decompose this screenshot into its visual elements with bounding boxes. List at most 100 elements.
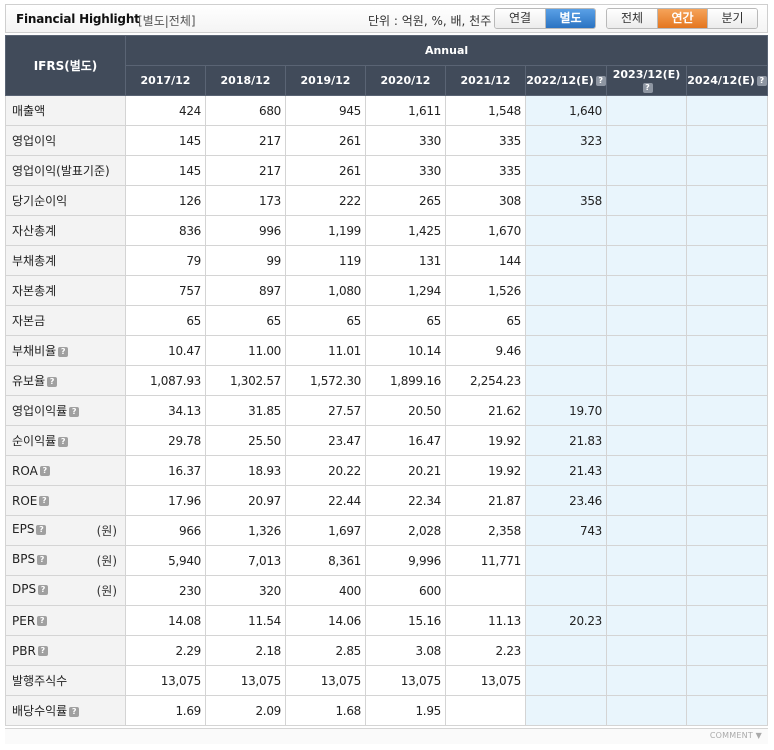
financial-highlight-header: Financial Highlight [별도|전체] 단위 : 억원, %, … [5, 4, 768, 33]
period-quarter-button[interactable]: 분기 [707, 9, 757, 28]
table-cell [606, 605, 687, 636]
help-icon[interactable]: ? [69, 406, 80, 417]
table-cell: 308 [445, 185, 526, 216]
row-label: 부채총계 [12, 254, 57, 268]
table-cell: 34.13 [125, 395, 206, 426]
table-row: PER? 14.08 11.54 14.06 15.16 11.13 20.23 [5, 605, 769, 636]
row-label: PBR [12, 643, 36, 658]
table-cell [606, 545, 687, 576]
table-cell [685, 485, 769, 516]
help-icon[interactable]: ? [37, 554, 48, 565]
table-cell: 1.68 [285, 695, 366, 726]
comment-toggle[interactable]: COMMENT ▼ [710, 731, 762, 740]
help-icon[interactable]: ? [37, 616, 48, 626]
table-cell [685, 665, 769, 696]
table-cell: 9.46 [445, 335, 526, 366]
help-icon[interactable]: ? [36, 524, 47, 535]
column-header-4: 2021/12 [445, 65, 526, 96]
period-all-button[interactable]: 전체 [607, 9, 657, 28]
table-cell [525, 545, 607, 576]
table-row: 영업이익률? 34.13 31.85 27.57 20.50 21.62 19.70 [5, 395, 769, 426]
table-cell [685, 575, 769, 606]
help-icon[interactable]: ? [642, 82, 653, 93]
table-cell: 680 [205, 95, 286, 126]
table-cell: 20.50 [365, 395, 446, 426]
column-header-2: 2019/12 [285, 65, 366, 96]
table-cell: 2,254.23 [445, 365, 526, 396]
table-row: ROE? 17.96 20.97 22.44 22.34 21.87 23.46 [5, 485, 769, 516]
row-label-cell: 영업이익(발표기준) [5, 155, 126, 186]
table-cell: 1,572.30 [285, 365, 366, 396]
row-label-cell: ROE? [5, 485, 126, 516]
table-cell: 358 [525, 185, 607, 216]
table-cell: 222 [285, 185, 366, 216]
table-cell: 19.70 [525, 395, 607, 426]
table-cell: 144 [445, 245, 526, 276]
period-annual-button[interactable]: 연간 [657, 9, 707, 28]
column-header-3: 2020/12 [365, 65, 446, 96]
table-cell: 335 [445, 155, 526, 186]
table-cell [685, 515, 769, 546]
table-row: PBR? 2.29 2.18 2.85 3.08 2.23 [5, 635, 769, 666]
row-label: PER [12, 613, 36, 628]
annual-group-header: Annual [124, 35, 769, 66]
help-icon[interactable]: ? [37, 646, 48, 656]
table-cell: 20.23 [525, 605, 607, 636]
table-cell: 23.46 [525, 485, 607, 516]
table-cell: 29.78 [125, 425, 206, 456]
table-row: BPS? (원) 5,940 7,013 8,361 9,996 11,771 [5, 545, 769, 576]
table-cell [606, 245, 687, 276]
table-cell: 11.01 [285, 335, 366, 366]
table-cell [525, 695, 607, 726]
help-icon[interactable]: ? [38, 584, 49, 595]
column-header-6: 2023/12(E)? [606, 65, 687, 96]
help-icon[interactable]: ? [69, 706, 80, 717]
table-cell [525, 335, 607, 366]
help-icon[interactable]: ? [756, 76, 767, 86]
row-label: DPS [12, 582, 37, 596]
column-header-5: 2022/12(E)? [525, 65, 607, 96]
table-cell [685, 305, 769, 336]
table-cell [606, 185, 687, 216]
table-cell: 2,028 [365, 515, 446, 546]
help-icon[interactable]: ? [39, 466, 50, 476]
table-cell: 11.00 [205, 335, 286, 366]
table-cell: 1,640 [525, 95, 607, 126]
table-row: 순이익률? 29.78 25.50 23.47 16.47 19.92 21.83 [5, 425, 769, 456]
table-cell: 145 [125, 155, 206, 186]
table-cell [525, 155, 607, 186]
table-cell: 400 [285, 575, 366, 606]
help-icon[interactable]: ? [47, 376, 58, 387]
section-subtitle: [별도|전체] [138, 14, 196, 28]
table-cell [685, 335, 769, 366]
row-label-cell: 순이익률? [5, 425, 126, 456]
table-cell: 7,013 [205, 545, 286, 576]
row-label: 부채비율 [12, 344, 57, 358]
table-cell: 126 [125, 185, 206, 216]
consolidated-button[interactable]: 연결 [495, 9, 545, 28]
table-cell: 2.29 [125, 635, 206, 666]
row-unit: (원) [96, 584, 117, 598]
table-cell [606, 575, 687, 606]
help-icon[interactable]: ? [58, 436, 69, 447]
table-cell: 217 [205, 125, 286, 156]
help-icon[interactable]: ? [595, 76, 606, 86]
table-cell: 16.37 [125, 455, 206, 486]
row-label-cell: 배당수익률? [5, 695, 126, 726]
table-row: 부채비율? 10.47 11.00 11.01 10.14 9.46 [5, 335, 769, 366]
table-cell: 65 [125, 305, 206, 336]
table-row: 발행주식수 13,075 13,075 13,075 13,075 13,075 [5, 665, 769, 696]
row-label-cell: 부채총계 [5, 245, 126, 276]
table-row: 자본금 65 65 65 65 65 [5, 305, 769, 336]
table-cell [685, 545, 769, 576]
help-icon[interactable]: ? [39, 496, 50, 506]
row-label: 매출액 [12, 104, 46, 118]
separate-button[interactable]: 별도 [545, 9, 595, 28]
table-cell: 31.85 [205, 395, 286, 426]
table-cell: 20.21 [365, 455, 446, 486]
table-cell: 1,526 [445, 275, 526, 306]
help-icon[interactable]: ? [58, 346, 69, 357]
table-cell [685, 185, 769, 216]
table-cell: 9,996 [365, 545, 446, 576]
table-cell: 966 [125, 515, 206, 546]
